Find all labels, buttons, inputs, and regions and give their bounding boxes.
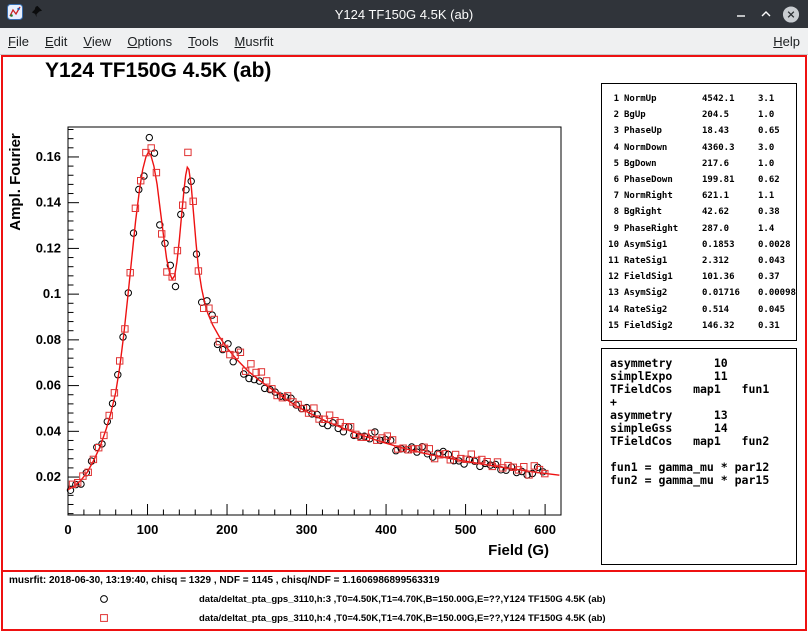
parameter-box[interactable]: 1NormUp4542.13.12BgUp204.51.03PhaseUp18.…	[601, 83, 797, 341]
svg-text:0.02: 0.02	[36, 469, 61, 484]
plot-pad[interactable]: 0 100 200 300 400 500 600 0.02 0.04 0.06 0.08 0.1 0.…	[3, 57, 805, 570]
param-row: 3PhaseUp18.430.65	[608, 123, 793, 139]
param-row: 15FieldSig2146.320.31	[608, 318, 793, 334]
menu-edit[interactable]: Edit	[37, 30, 75, 53]
window-title: Y124 TF150G 4.5K (ab)	[0, 7, 808, 22]
svg-text:0.08: 0.08	[36, 332, 61, 347]
y-axis-label: Ampl. Fourier	[7, 133, 24, 231]
info-pad[interactable]: musrfit: 2018-06-30, 13:19:40, chisq = 1…	[3, 570, 805, 629]
param-row: 14RateSig20.5140.045	[608, 302, 793, 318]
param-row: 6PhaseDown199.810.62	[608, 172, 793, 188]
theory-box[interactable]: asymmetry 10simplExpo 11TFieldCos map1 f…	[601, 348, 797, 565]
param-row: 10AsymSig10.18530.0028	[608, 237, 793, 253]
axes: 0 100 200 300 400 500 600 0.02 0.04 0.06 0.08 0.1 0.…	[7, 130, 556, 559]
svg-text:200: 200	[216, 522, 238, 537]
app-icon	[7, 4, 23, 25]
svg-text:500: 500	[455, 522, 477, 537]
svg-text:0.06: 0.06	[36, 378, 61, 393]
param-row: 13AsymSig20.017160.00098	[608, 285, 793, 301]
plot-svg[interactable]: 0 100 200 300 400 500 600 0.02 0.04 0.06 0.08 0.1 0.…	[3, 57, 603, 570]
titlebar: Y124 TF150G 4.5K (ab)	[0, 0, 808, 28]
legend-circle-marker-icon	[97, 592, 111, 606]
close-button[interactable]	[782, 5, 800, 23]
svg-text:100: 100	[137, 522, 159, 537]
svg-text:0.1: 0.1	[43, 286, 61, 301]
menubar: FileEditViewOptionsToolsMusrfit Help	[0, 28, 808, 55]
fit-curve	[68, 152, 559, 489]
root-canvas[interactable]: 0 100 200 300 400 500 600 0.02 0.04 0.06 0.08 0.1 0.…	[1, 55, 807, 631]
param-row: 11RateSig12.3120.043	[608, 253, 793, 269]
legend-label: data/deltat_pta_gps_3110,h:4 ,T0=4.50K,T…	[199, 613, 606, 624]
fit-info-text: musrfit: 2018-06-30, 13:19:40, chisq = 1…	[9, 575, 440, 586]
menu-file[interactable]: File	[0, 30, 37, 53]
param-row: 5BgDown217.61.0	[608, 156, 793, 172]
app-window: Y124 TF150G 4.5K (ab) FileEditViewOption…	[0, 0, 808, 633]
menu-help[interactable]: Help	[765, 30, 808, 53]
legend-row: data/deltat_pta_gps_3110,h:3 ,T0=4.50K,T…	[3, 591, 805, 607]
menu-musrfit[interactable]: Musrfit	[227, 30, 282, 53]
svg-text:0.14: 0.14	[36, 195, 62, 210]
svg-text:600: 600	[534, 522, 556, 537]
svg-text:0.04: 0.04	[36, 423, 62, 438]
plot-title: Y124 TF150G 4.5K (ab)	[45, 59, 271, 83]
param-row: 2BgUp204.51.0	[608, 107, 793, 123]
param-row: 9PhaseRight287.01.4	[608, 221, 793, 237]
series-squares	[69, 145, 548, 488]
window-controls	[732, 5, 808, 23]
legend-label: data/deltat_pta_gps_3110,h:3 ,T0=4.50K,T…	[199, 594, 606, 605]
menu-tools[interactable]: Tools	[180, 30, 226, 53]
menu-options[interactable]: Options	[119, 30, 180, 53]
svg-text:400: 400	[375, 522, 397, 537]
pin-icon[interactable]	[30, 5, 43, 23]
menu-view[interactable]: View	[75, 30, 119, 53]
legend-square-marker-icon	[97, 611, 111, 625]
minimize-button[interactable]	[732, 5, 750, 23]
param-row: 7NormRight621.11.1	[608, 188, 793, 204]
param-row: 12FieldSig1101.360.37	[608, 269, 793, 285]
theory-line: TFieldCos map1 fun2	[610, 435, 793, 448]
legend-row: data/deltat_pta_gps_3110,h:4 ,T0=4.50K,T…	[3, 610, 805, 626]
param-row: 1NormUp4542.13.1	[608, 91, 793, 107]
maximize-button[interactable]	[757, 5, 775, 23]
svg-text:0.12: 0.12	[36, 240, 61, 255]
svg-text:300: 300	[296, 522, 318, 537]
param-row: 8BgRight42.620.38	[608, 204, 793, 220]
titlebar-icons	[0, 4, 43, 25]
theory-line: TFieldCos map1 fun1	[610, 383, 793, 396]
svg-text:0.16: 0.16	[36, 149, 61, 164]
plot-frame	[68, 127, 561, 515]
x-axis-label: Field (G)	[488, 542, 549, 559]
svg-text:0: 0	[64, 522, 71, 537]
param-row: 4NormDown4360.33.0	[608, 140, 793, 156]
theory-line: fun2 = gamma_mu * par15	[610, 474, 793, 487]
